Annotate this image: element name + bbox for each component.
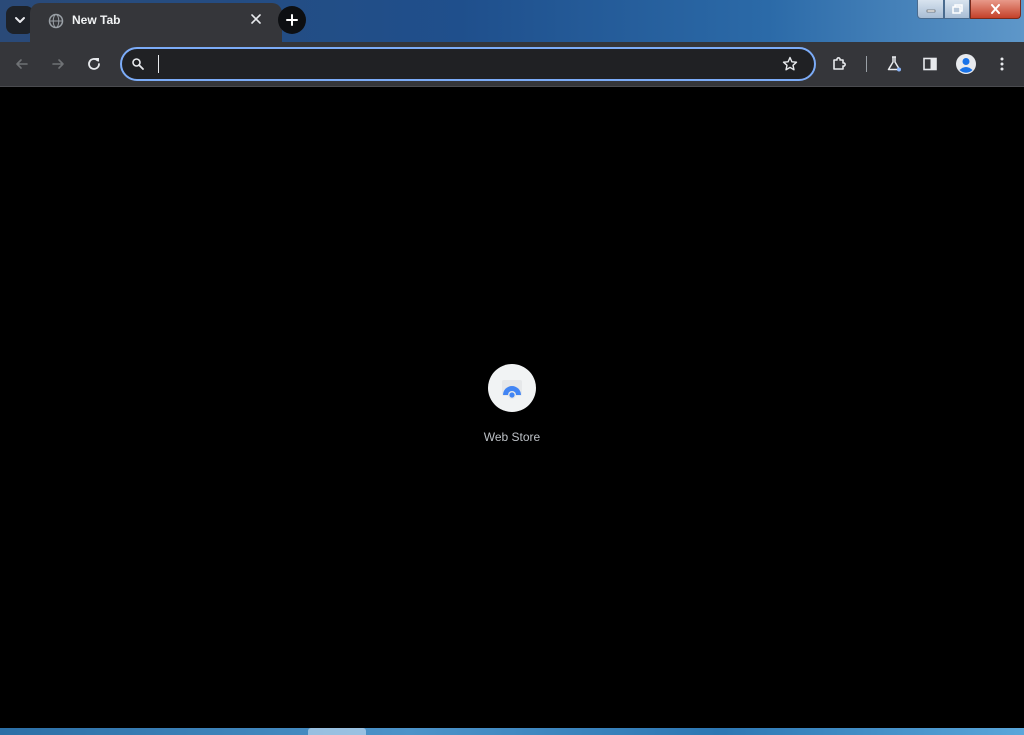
plus-icon (286, 14, 298, 26)
web-store-icon (502, 380, 522, 399)
toolbar-divider (866, 56, 867, 72)
close-icon (251, 14, 261, 24)
reload-icon (88, 58, 100, 70)
minimize-icon (926, 9, 935, 13)
more-vertical-icon (1000, 57, 1004, 71)
shortcut-label: Web Store (483, 430, 541, 444)
avatar-icon (956, 54, 976, 74)
text-caret (158, 55, 159, 73)
chevron-down-icon (15, 17, 25, 23)
profile-button[interactable] (952, 50, 980, 78)
side-panel-button[interactable] (916, 50, 944, 78)
window-controls (917, 0, 1021, 20)
arrow-right-icon (52, 59, 64, 69)
globe-icon (48, 13, 64, 29)
extensions-button[interactable] (826, 50, 854, 78)
title-bar: New Tab (0, 0, 1024, 43)
os-taskbar (0, 728, 1024, 735)
restore-button[interactable] (944, 0, 970, 19)
forward-button[interactable] (44, 50, 72, 78)
new-tab-button[interactable] (278, 6, 306, 34)
tab-new-tab[interactable]: New Tab (30, 3, 282, 43)
arrow-left-icon (16, 59, 28, 69)
star-icon (782, 56, 798, 71)
back-button[interactable] (8, 50, 36, 78)
address-input[interactable] (156, 53, 780, 77)
omnibox[interactable] (120, 47, 816, 81)
menu-button[interactable] (988, 50, 1016, 78)
side-panel-icon (923, 57, 937, 71)
tab-title: New Tab (72, 13, 121, 27)
bookmark-star-button[interactable] (778, 52, 802, 76)
toolbar (0, 42, 1024, 87)
tab-close-button[interactable] (246, 9, 266, 29)
restore-icon (951, 4, 963, 14)
shortcut-tile (488, 364, 536, 412)
labs-button[interactable] (880, 50, 908, 78)
shortcut-web-store[interactable]: Web Store (472, 363, 552, 453)
new-tab-page: Web Store (0, 87, 1024, 728)
close-window-button[interactable] (970, 0, 1021, 19)
search-icon (132, 58, 144, 70)
close-icon (991, 4, 1000, 14)
flask-icon (887, 56, 901, 72)
reload-button[interactable] (80, 50, 108, 78)
puzzle-icon (833, 57, 846, 70)
minimize-button[interactable] (917, 0, 945, 19)
taskbar-chrome-item[interactable] (308, 728, 366, 735)
